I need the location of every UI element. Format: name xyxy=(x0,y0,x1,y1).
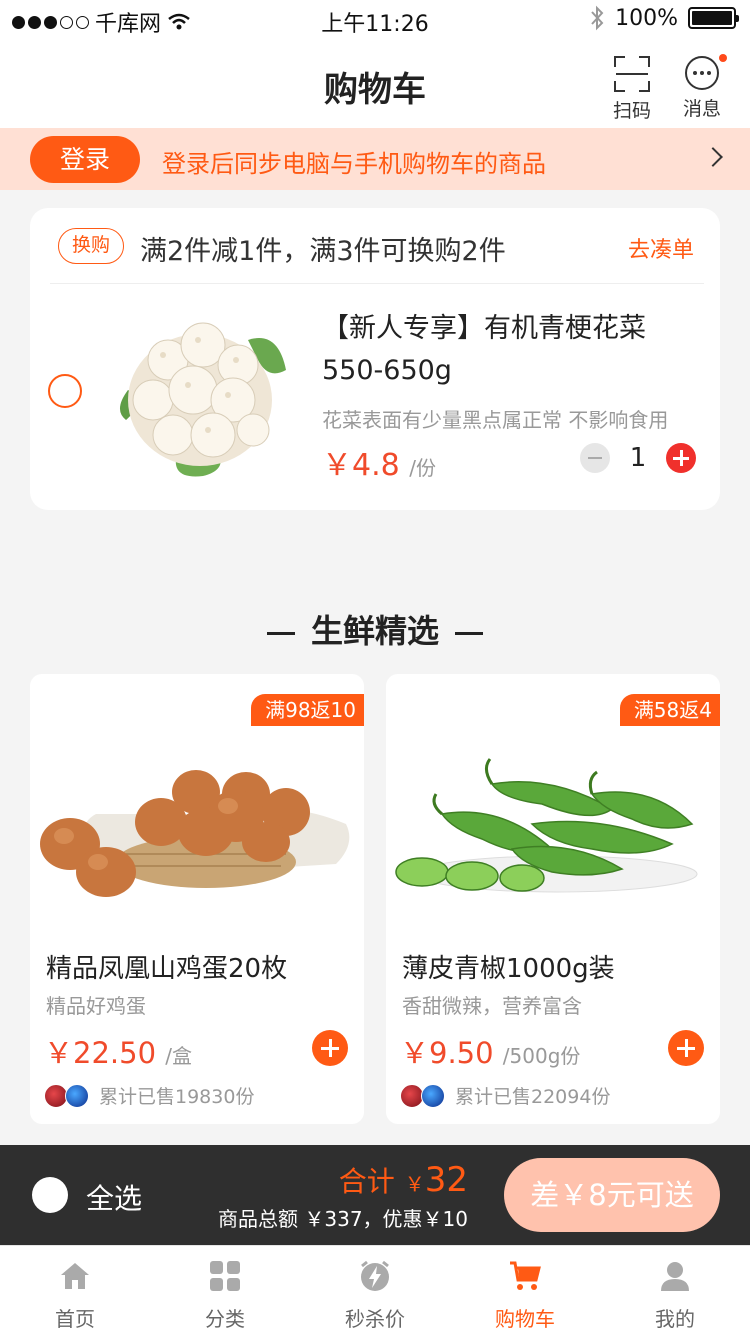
total-currency: ￥ xyxy=(404,1172,425,1196)
message-button[interactable]: 消息 xyxy=(672,54,732,121)
quantity-value[interactable]: 1 xyxy=(624,443,652,473)
status-right: 100% xyxy=(589,5,739,31)
product-subtitle: 精品好鸡蛋 xyxy=(46,994,146,1018)
item-checkbox[interactable] xyxy=(48,374,82,408)
tab-label: 我的 xyxy=(655,1307,695,1331)
product-name: 精品凤凰山鸡蛋20枚 xyxy=(46,954,288,984)
product-price: ￥22.50 /盒 xyxy=(44,1030,192,1072)
item-desc: 花菜表面有少量黑点属正常 不影响食用 xyxy=(322,408,669,432)
item-price: ￥4.8 /份 xyxy=(322,440,436,484)
product-name: 薄皮青椒1000g装 xyxy=(402,954,615,984)
item-price-unit: /份 xyxy=(409,456,437,480)
checkout-button[interactable]: 差￥8元可送 xyxy=(504,1158,720,1232)
product-price-value: ￥9.50 xyxy=(400,1036,494,1070)
total-label: 合计 xyxy=(338,1165,395,1198)
scan-button[interactable]: 扫码 xyxy=(602,56,662,123)
add-more-link[interactable]: 去凑单 xyxy=(628,232,694,264)
tab-label: 首页 xyxy=(55,1307,95,1331)
section-title: 生鲜精选 xyxy=(0,606,750,652)
promo-badge: 满98返10 xyxy=(251,694,364,726)
promo-badge: 满58返4 xyxy=(619,694,720,726)
product-price: ￥9.50 /500g份 xyxy=(400,1030,580,1072)
checkout-bar: 全选 合计 ￥32 商品总额 ￥337，优惠￥10 差￥8元可送 xyxy=(0,1145,750,1245)
cart-group-card: 换购 满2件减1件，满3件可换购2件 去凑单 【新人专享】有机青梗花菜550-6… xyxy=(30,208,720,510)
login-button[interactable]: 登录 xyxy=(30,136,140,183)
tab-label: 购物车 xyxy=(495,1307,555,1331)
cauliflower-image[interactable] xyxy=(108,300,292,484)
tab-label: 分类 xyxy=(205,1307,245,1331)
sold-count: 累计已售22094份 xyxy=(455,1086,611,1108)
tab-flash-sale[interactable]: 秒杀价 xyxy=(300,1246,450,1334)
scan-icon xyxy=(614,56,650,92)
battery-icon xyxy=(688,7,739,29)
promo-tag: 换购 xyxy=(58,228,124,264)
tab-bar: 首页 分类 秒杀价 购物车 我的 xyxy=(0,1245,750,1334)
category-icon xyxy=(210,1261,240,1291)
tab-home[interactable]: 首页 xyxy=(0,1246,150,1334)
quantity-stepper: 1 xyxy=(580,443,696,473)
add-to-cart-button[interactable] xyxy=(312,1030,348,1066)
cart-icon xyxy=(510,1261,541,1290)
login-banner-text: 登录后同步电脑与手机购物车的商品 xyxy=(162,150,546,178)
total-value: 32 xyxy=(424,1160,468,1200)
sold-info: 累计已售19830份 xyxy=(44,1082,254,1109)
tab-cart[interactable]: 购物车 xyxy=(450,1246,600,1334)
status-bar: 千库网 上午11:26 100% xyxy=(0,0,750,40)
tab-profile[interactable]: 我的 xyxy=(600,1246,750,1334)
message-label: 消息 xyxy=(682,98,721,120)
avatar xyxy=(421,1083,445,1108)
bluetooth-icon xyxy=(591,5,604,31)
total-summary: 商品总额 ￥337，优惠￥10 xyxy=(218,1207,468,1231)
product-price-value: ￥22.50 xyxy=(44,1036,157,1070)
green-pepper-image xyxy=(395,758,698,893)
add-to-cart-button[interactable] xyxy=(668,1030,704,1066)
battery-percent: 100% xyxy=(615,5,678,31)
product-price-unit: /500g份 xyxy=(502,1044,581,1068)
select-all-checkbox[interactable] xyxy=(32,1177,68,1213)
nav-bar: 购物车 扫码 消息 xyxy=(0,40,750,128)
item-title[interactable]: 【新人专享】有机青梗花菜550-650g xyxy=(322,308,702,392)
tab-category[interactable]: 分类 xyxy=(150,1246,300,1334)
tab-label: 秒杀价 xyxy=(345,1307,405,1331)
plus-button[interactable] xyxy=(666,443,696,473)
login-banner[interactable]: 登录 登录后同步电脑与手机购物车的商品 xyxy=(0,128,750,190)
profile-icon xyxy=(661,1262,689,1291)
item-price-value: ￥4.8 xyxy=(322,448,400,483)
unread-dot xyxy=(719,54,727,62)
eggs-image xyxy=(40,770,350,897)
flash-sale-icon xyxy=(361,1260,389,1291)
message-icon xyxy=(685,54,727,90)
sold-info: 累计已售22094份 xyxy=(400,1082,610,1109)
sold-count: 累计已售19830份 xyxy=(99,1086,255,1108)
select-all-label[interactable]: 全选 xyxy=(86,1177,142,1217)
avatar xyxy=(65,1083,89,1108)
section-title-text: 生鲜精选 xyxy=(310,612,439,650)
divider xyxy=(50,283,704,284)
promo-row: 换购 满2件减1件，满3件可换购2件 去凑单 xyxy=(30,208,720,283)
scan-label: 扫码 xyxy=(612,100,651,122)
product-card[interactable]: 满98返10 精品凤凰山鸡蛋20枚 精品好鸡蛋 ￥22.50 /盒 累计已售19… xyxy=(30,674,364,1124)
chevron-right-icon[interactable] xyxy=(703,147,723,167)
title-dash-right xyxy=(455,631,483,635)
product-price-unit: /盒 xyxy=(165,1044,192,1068)
title-dash-left xyxy=(266,631,295,635)
promo-text: 满2件减1件，满3件可换购2件 xyxy=(140,236,506,267)
total-price: 合计 ￥32 xyxy=(339,1160,468,1200)
product-card[interactable]: 满58返4 薄皮青椒1000g装 香甜微辣，营养富含 ￥9.50 /500g份 … xyxy=(386,674,720,1124)
minus-button[interactable] xyxy=(580,443,610,473)
home-icon xyxy=(61,1263,89,1289)
product-subtitle: 香甜微辣，营养富含 xyxy=(402,994,582,1018)
